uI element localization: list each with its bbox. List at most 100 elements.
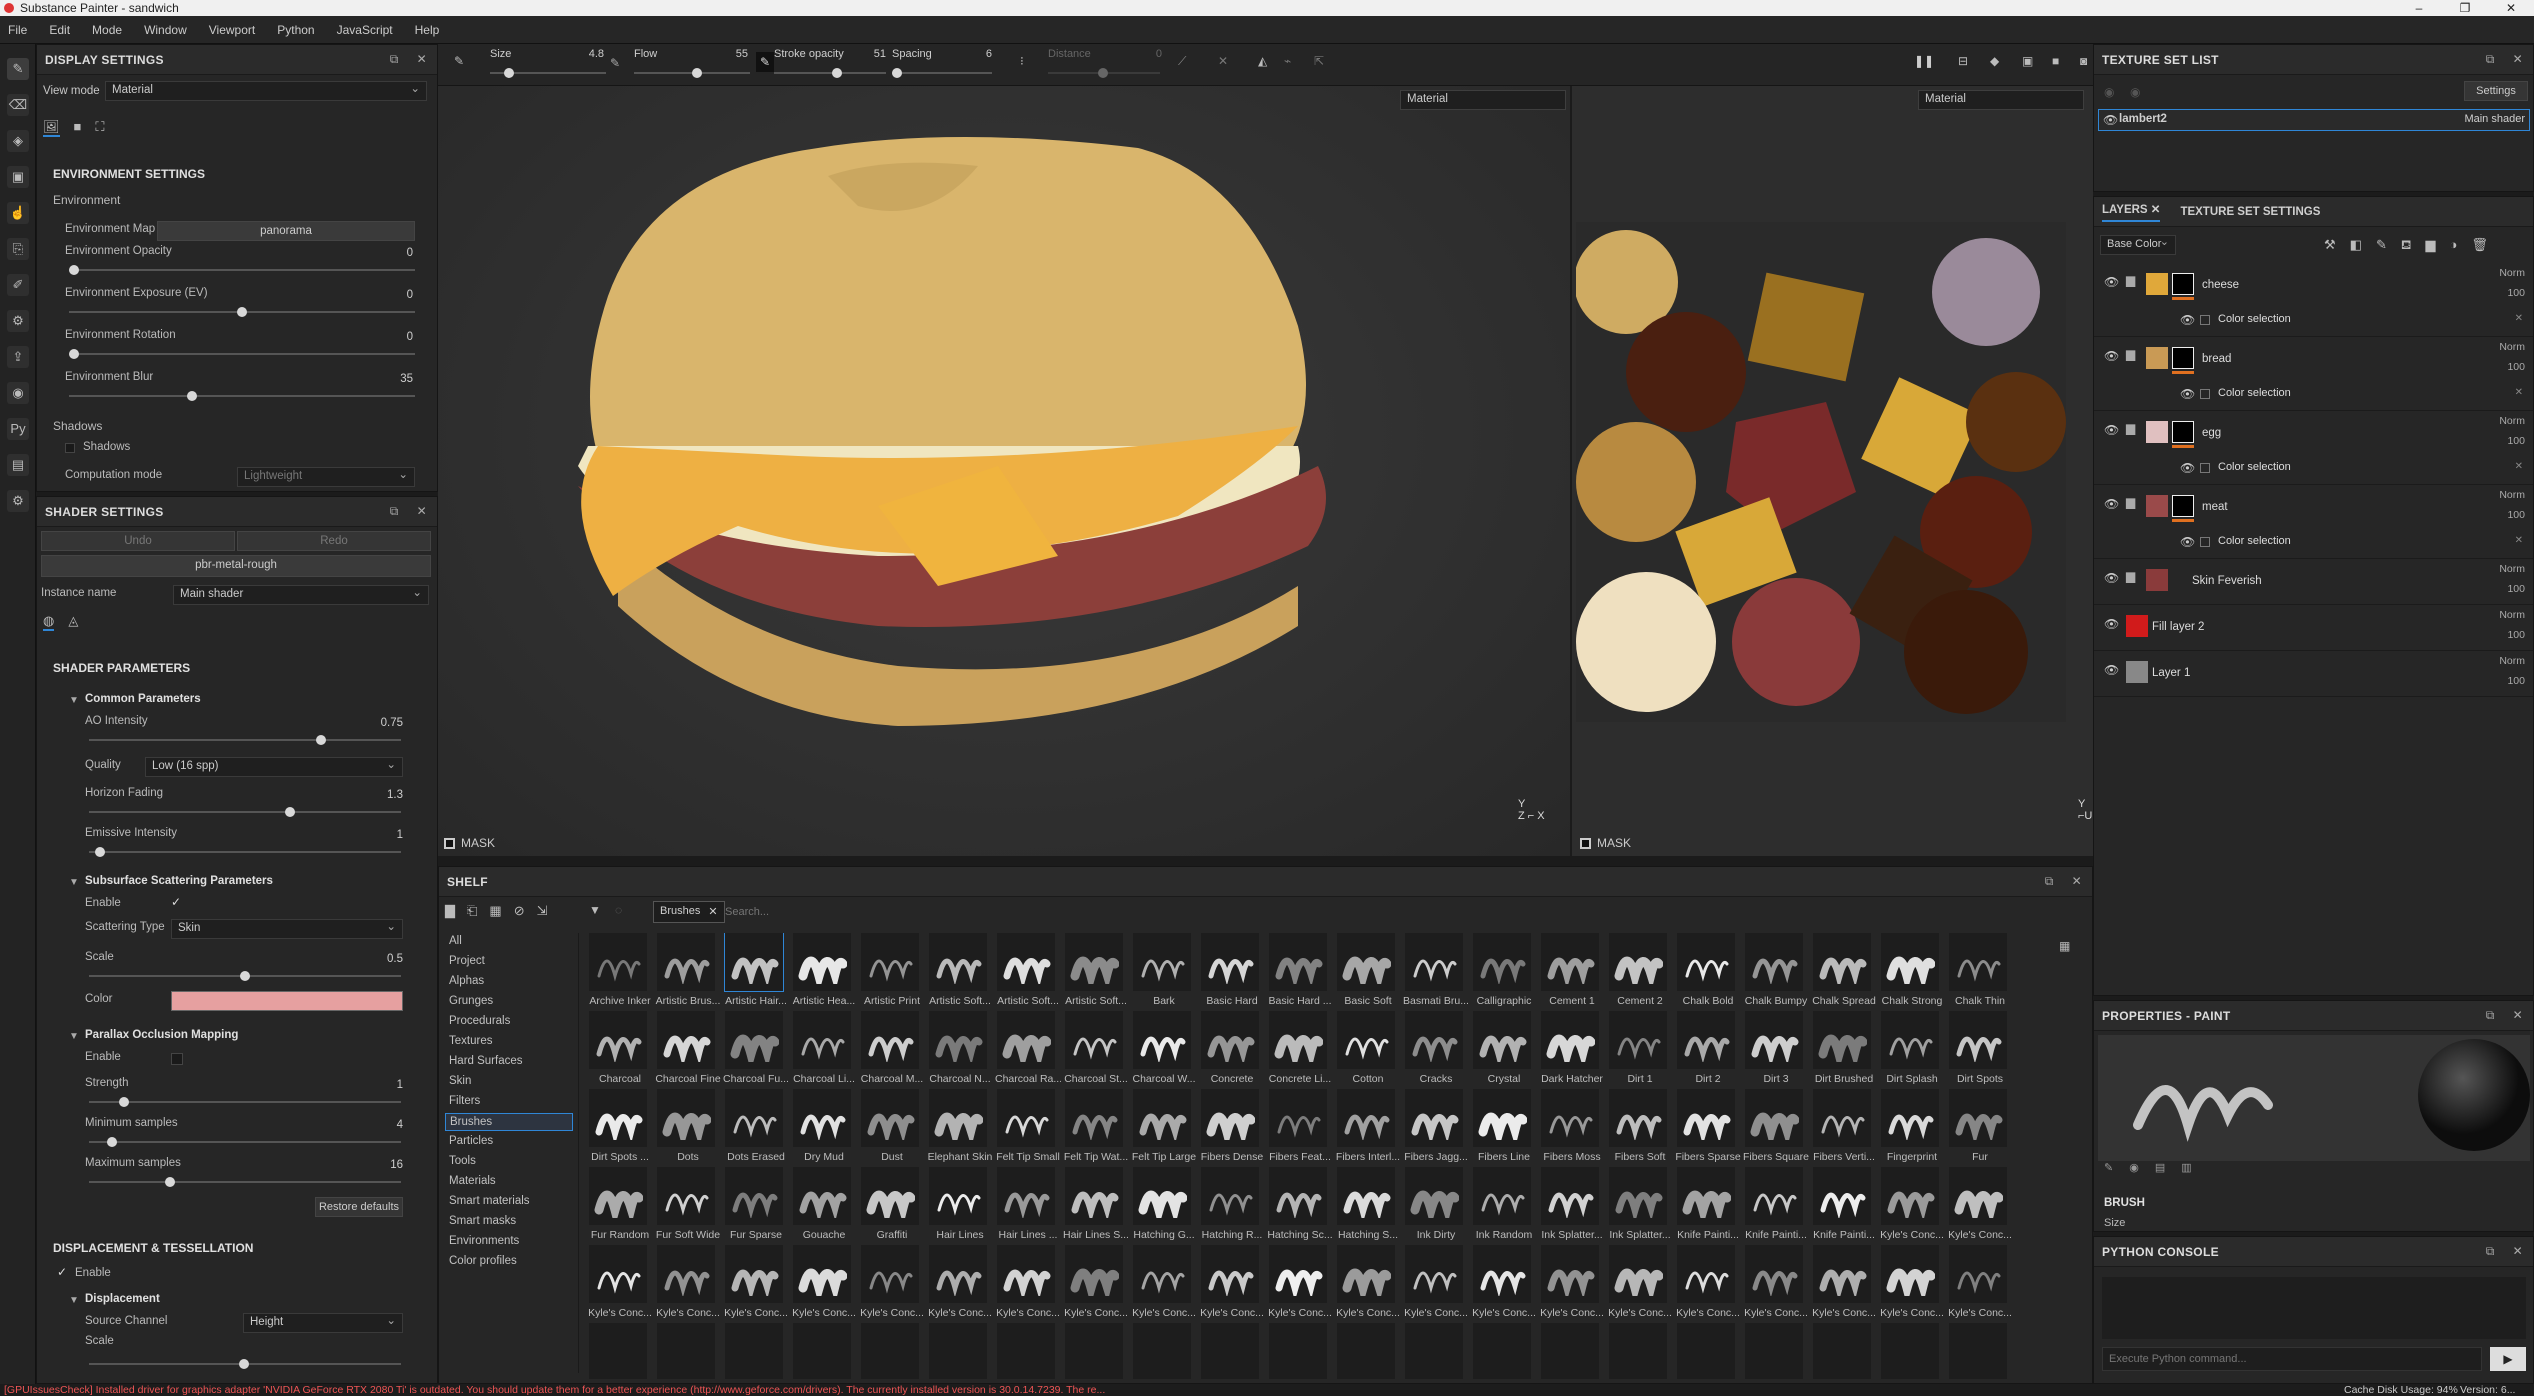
shelf-brush-item[interactable]: Kyle's Conc... [1947, 1167, 2012, 1245]
min-samples-slider[interactable] [89, 1137, 401, 1147]
symmetry-icon[interactable]: ⟋ [1178, 54, 1186, 69]
viewport-2d[interactable]: Material Y ⌐U MASK [1572, 86, 2093, 856]
stencil-tab-icon[interactable]: ▤ [2155, 1161, 2165, 1174]
shelf-brush-item[interactable]: Cotton [1335, 1011, 1397, 1089]
shelf-brush-item[interactable]: Dirt 3 [1743, 1011, 1805, 1089]
shelf-brush-item[interactable]: Artistic Print [859, 933, 921, 1011]
layer-blend-mode[interactable]: Norm [2499, 655, 2525, 667]
pom-collapse-icon[interactable]: ▼ [69, 1031, 79, 1042]
shelf-brush-item[interactable]: Fibers Soft [1607, 1089, 1669, 1167]
shelf-brush-item[interactable]: Cement 1 [1539, 933, 1601, 1011]
layer-opacity[interactable]: 100 [2507, 509, 2525, 521]
camera-icon[interactable]: ◉ [7, 382, 29, 404]
layer-row[interactable]: 👁 ▆ egg Norm 100 👁 Color selection ✕ [2094, 411, 2533, 485]
restore-defaults-button[interactable]: Restore defaults [315, 1197, 403, 1217]
menu-file[interactable]: File [8, 23, 27, 37]
source-channel-select[interactable]: Height [243, 1313, 403, 1333]
shelf-brush-item[interactable]: Kyle's Conc... [1539, 1245, 1604, 1323]
menu-help[interactable]: Help [415, 23, 440, 37]
shelf-category-item[interactable]: Environments [445, 1233, 573, 1249]
geometry-fill-icon[interactable]: ▣ [7, 166, 29, 188]
shelf-brush-item[interactable]: Dots [655, 1089, 717, 1167]
shelf-brush-item[interactable]: Artistic Soft... [995, 933, 1059, 1011]
shelf-brush-item[interactable]: Cement 2 [1607, 933, 1669, 1011]
shelf-category-item[interactable]: Grunges [445, 993, 573, 1009]
shelf-brush-item[interactable]: Charcoal Ra... [995, 1011, 1061, 1089]
menu-python[interactable]: Python [277, 23, 314, 37]
sss-scale-slider[interactable] [89, 971, 401, 981]
undo-button[interactable]: Undo [41, 531, 235, 551]
shelf-brush-item[interactable] [1199, 1323, 1261, 1379]
menu-javascript[interactable]: JavaScript [337, 23, 393, 37]
shelf-brush-item[interactable] [1539, 1323, 1601, 1379]
minimize-button[interactable]: – [2396, 1, 2442, 15]
add-effect-icon[interactable]: ⚒ [2324, 237, 2336, 255]
log-icon[interactable]: ▤ [7, 454, 29, 476]
shelf-brush-item[interactable]: Artistic Hair... [723, 933, 787, 1011]
strength-slider[interactable] [89, 1097, 401, 1107]
shelf-category-item[interactable]: All [445, 933, 573, 949]
close-panel-icon[interactable]: ✕ [417, 52, 427, 67]
quality-select[interactable]: Low (16 spp) [145, 757, 403, 777]
shelf-brush-item[interactable]: Fibers Verti... [1811, 1089, 1875, 1167]
shelf-brush-item[interactable]: Elephant Skin [927, 1089, 992, 1167]
eraser-tool-icon[interactable]: ⌫ [7, 94, 29, 116]
shelf-brush-item[interactable] [1267, 1323, 1329, 1379]
shelf-brush-item[interactable]: Kyle's Conc... [1811, 1245, 1876, 1323]
shelf-brush-item[interactable]: Chalk Strong [1879, 933, 1942, 1011]
eye-icon[interactable]: 👁 [2103, 113, 2118, 127]
sss-heading[interactable]: Subsurface Scattering Parameters [85, 875, 273, 887]
shelf-brush-item[interactable]: Cracks [1403, 1011, 1465, 1089]
shelf-brush-item[interactable]: Kyle's Conc... [1879, 1245, 1944, 1323]
shelf-brush-item[interactable]: Charcoal Fu... [723, 1011, 789, 1089]
shelf-brush-item[interactable] [1607, 1323, 1669, 1379]
layer-visibility-icon[interactable]: 👁 [2104, 349, 2119, 363]
add-fill-layer-icon[interactable]: ⛾ [2401, 237, 2412, 255]
pom-enable-checkbox[interactable] [171, 1053, 183, 1065]
shelf-brush-item[interactable]: Kyle's Conc... [1199, 1245, 1264, 1323]
shelf-brush-item[interactable]: Felt Tip Small [995, 1089, 1060, 1167]
shelf-brush-item[interactable]: Fur Random [587, 1167, 649, 1245]
shader-tab-icon[interactable]: ◍ [43, 613, 55, 631]
clone-tool-icon[interactable]: ⎘ [7, 238, 29, 260]
horizon-fading-slider[interactable] [89, 807, 401, 817]
shadows-checkbox[interactable] [65, 443, 75, 453]
layer-opacity[interactable]: 100 [2507, 629, 2525, 641]
shelf-brush-item[interactable]: Charcoal St... [1063, 1011, 1128, 1089]
layer-opacity[interactable]: 100 [2507, 675, 2525, 687]
shelf-brush-item[interactable]: Artistic Soft... [1063, 933, 1127, 1011]
layer-visibility-icon[interactable]: 👁 [2104, 423, 2119, 437]
displacement-tab-icon[interactable]: ◬ [68, 613, 78, 631]
lazy-mouse-icon[interactable]: ⁝ [1020, 54, 1024, 68]
flow-slider[interactable] [634, 68, 750, 78]
shelf-brush-item[interactable]: Fibers Square [1743, 1089, 1809, 1167]
shelf-brush-item[interactable]: Kyle's Conc... [723, 1245, 788, 1323]
filter-icon[interactable]: ▼ [589, 903, 601, 917]
camera-tab-icon[interactable]: ■ [74, 119, 82, 137]
shelf-brush-item[interactable]: Fibers Moss [1539, 1089, 1601, 1167]
shelf-search-input[interactable] [725, 901, 1925, 923]
close-panel-icon[interactable]: ✕ [417, 504, 427, 519]
shelf-brush-item[interactable]: Crystal [1471, 1011, 1533, 1089]
shelf-category-item[interactable]: Color profiles [445, 1253, 573, 1269]
shelf-brush-item[interactable]: Gouache [791, 1167, 853, 1245]
shelf-brush-item[interactable]: Dark Hatcher [1539, 1011, 1603, 1089]
shelf-brush-item[interactable]: Dirt 1 [1607, 1011, 1669, 1089]
shelf-brush-item[interactable] [1947, 1323, 2009, 1379]
menu-mode[interactable]: Mode [92, 23, 122, 37]
shelf-brush-item[interactable]: Dirt Brushed [1811, 1011, 1873, 1089]
brush-tab-icon[interactable]: ✎ [2104, 1161, 2113, 1174]
layer-row[interactable]: 👁 Layer 1 Norm 100 [2094, 651, 2533, 697]
stroke-pen-icon[interactable]: ✎ [756, 52, 775, 72]
shelf-brush-item[interactable] [655, 1323, 717, 1379]
common-parameters-heading[interactable]: Common Parameters [85, 693, 201, 705]
shelf-brush-item[interactable]: Basic Hard ... [1267, 933, 1332, 1011]
remove-effect-icon[interactable]: ✕ [2515, 387, 2523, 398]
shelf-brush-item[interactable]: Archive Inker [587, 933, 651, 1011]
filter-clear-icon[interactable]: ◌ [615, 903, 622, 917]
shelf-brush-item[interactable]: Charcoal W... [1131, 1011, 1196, 1089]
float-panel-icon[interactable]: ⧉ [2486, 1244, 2495, 1259]
add-folder-icon[interactable]: ▆ [2425, 237, 2435, 255]
shelf-brush-item[interactable]: Dry Mud [791, 1089, 853, 1167]
mirror-icon[interactable]: ✕ [1218, 54, 1228, 68]
